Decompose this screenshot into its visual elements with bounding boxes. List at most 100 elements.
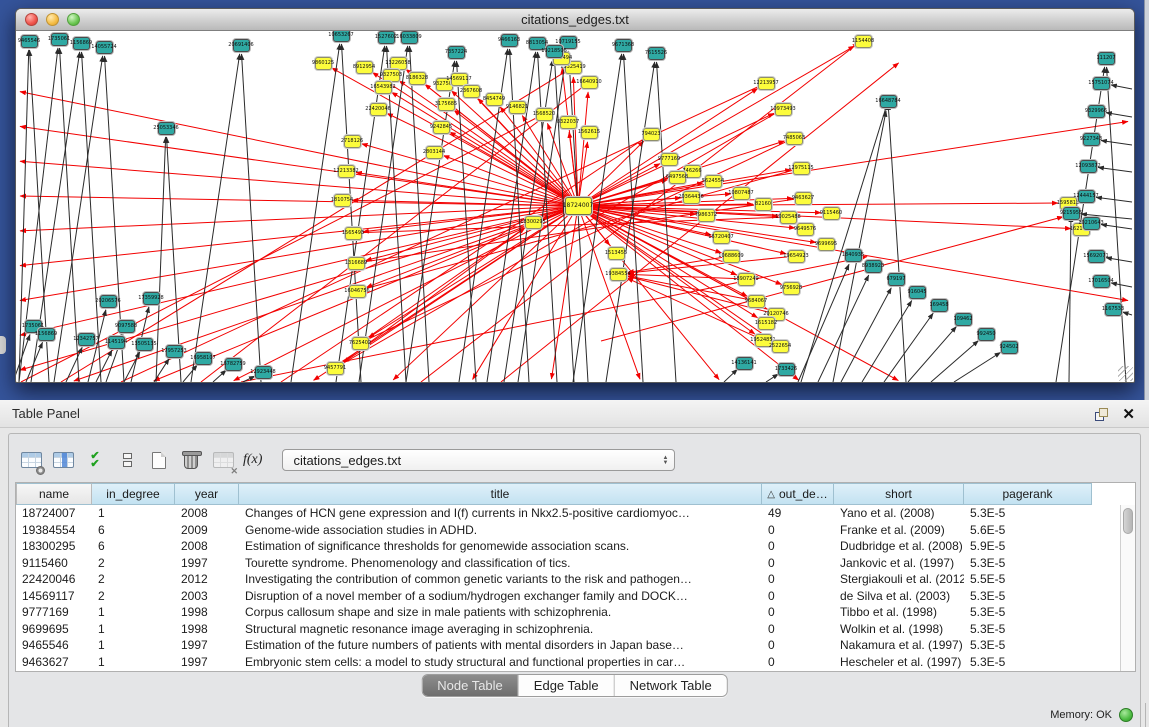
graph-node[interactable]: 5624554 xyxy=(705,175,722,188)
graph-node[interactable]: 12444157 xyxy=(1078,190,1095,203)
table-cell[interactable]: 1 xyxy=(92,604,175,621)
graph-node[interactable]: 2803144 xyxy=(426,146,443,159)
graph-node[interactable]: 13226058 xyxy=(390,57,407,70)
table-cell[interactable]: 5.3E-5 xyxy=(964,637,1092,654)
graph-node[interactable]: 1733426 xyxy=(778,363,795,376)
table-cell[interactable]: 1997 xyxy=(175,637,239,654)
table-cell[interactable]: 0 xyxy=(762,538,834,555)
table-cell[interactable]: 5.3E-5 xyxy=(964,555,1092,572)
table-cell[interactable]: 0 xyxy=(762,522,834,539)
graph-node[interactable]: 16958107 xyxy=(195,352,212,365)
table-cell[interactable]: 0 xyxy=(762,621,834,638)
graph-node[interactable]: 16033809 xyxy=(401,31,418,44)
table-cell[interactable]: Wolkin et al. (1998) xyxy=(834,621,964,638)
graph-node[interactable]: 12093872 xyxy=(1080,160,1097,173)
table-cell[interactable]: 1998 xyxy=(175,604,239,621)
graph-node[interactable]: 18907249 xyxy=(738,273,755,286)
table-cell[interactable]: 9699695 xyxy=(16,621,92,638)
graph-node[interactable]: 9699695 xyxy=(818,238,835,251)
table-cell[interactable]: Estimation of the future numbers of pati… xyxy=(239,637,762,654)
delete-column-icon[interactable] xyxy=(175,445,207,475)
graph-node[interactable]: 1513455 xyxy=(608,247,625,260)
table-cell[interactable]: Yano et al. (2008) xyxy=(834,505,964,522)
table-cell[interactable]: Nakamura et al. (1997) xyxy=(834,637,964,654)
table-cell[interactable]: 1 xyxy=(92,654,175,671)
graph-node[interactable]: 17359928 xyxy=(143,292,160,305)
table-row[interactable]: 969969511998Structural magnetic resonanc… xyxy=(16,621,1092,638)
graph-node[interactable]: 12213957 xyxy=(758,77,775,90)
panel-collapse-handle[interactable] xyxy=(0,336,6,354)
table-cell[interactable]: 2008 xyxy=(175,538,239,555)
table-cell[interactable]: 49 xyxy=(762,505,834,522)
graph-node[interactable]: 16648784 xyxy=(880,95,897,108)
graph-node[interactable]: 19654923 xyxy=(788,250,805,263)
table-cell[interactable]: Genome-wide association studies in ADHD. xyxy=(239,522,762,539)
column-header-out_de[interactable]: △out_de… xyxy=(762,483,834,505)
table-cell[interactable]: Tibbo et al. (1998) xyxy=(834,604,964,621)
graph-node[interactable]: 16543982 xyxy=(375,81,392,94)
network-canvas[interactable]: 1872400718300295986012589129541322605893… xyxy=(16,31,1134,382)
select-all-columns-icon[interactable]: ✔✔ xyxy=(79,445,111,475)
graph-node[interactable]: 1145194 xyxy=(108,336,125,349)
table-cell[interactable]: 2 xyxy=(92,571,175,588)
tab-node-table[interactable]: Node Table xyxy=(422,675,519,696)
column-header-year[interactable]: year xyxy=(175,483,239,505)
graph-node[interactable]: 1565493 xyxy=(345,227,362,240)
network-table-select[interactable]: citations_edges.txt ▲▼ xyxy=(282,449,675,471)
table-cell[interactable]: 5.3E-5 xyxy=(964,505,1092,522)
graph-node[interactable]: 20364436 xyxy=(683,191,700,204)
graph-node[interactable]: 9115460 xyxy=(823,207,840,220)
graph-node[interactable]: 18300295 xyxy=(525,216,542,229)
graph-node[interactable]: 111207 xyxy=(1098,52,1115,65)
graph-node[interactable]: 16046756 xyxy=(349,285,366,298)
float-panel-icon[interactable] xyxy=(1095,408,1108,421)
graph-node[interactable]: 9860125 xyxy=(315,57,332,70)
table-cell[interactable]: 18724007 xyxy=(16,505,92,522)
graph-node[interactable]: 9327503 xyxy=(383,69,400,82)
table-cell[interactable]: 0 xyxy=(762,604,834,621)
table-cell[interactable]: Investigating the contribution of common… xyxy=(239,571,762,588)
table-cell[interactable]: Tourette syndrome. Phenomenology and cla… xyxy=(239,555,762,572)
graph-node[interactable]: 2522654 xyxy=(772,340,789,353)
table-cell[interactable]: 5.3E-5 xyxy=(964,654,1092,671)
graph-node[interactable]: 794023 xyxy=(643,128,660,141)
graph-node[interactable]: 8186328 xyxy=(409,72,426,85)
graph-node[interactable]: 2718126 xyxy=(344,135,361,148)
graph-node[interactable]: 9465546 xyxy=(21,35,38,48)
table-cell[interactable]: 1997 xyxy=(175,654,239,671)
tab-edge-table[interactable]: Edge Table xyxy=(519,675,615,696)
graph-node[interactable]: 2367608 xyxy=(463,85,480,98)
graph-node[interactable]: 6497568 xyxy=(669,171,686,184)
table-cell[interactable]: 1998 xyxy=(175,621,239,638)
table-cell[interactable]: 1997 xyxy=(175,555,239,572)
table-row[interactable]: 1456911722003Disruption of a novel membe… xyxy=(16,588,1092,605)
graph-node[interactable]: 9777169 xyxy=(661,153,678,166)
table-cell[interactable]: 14569117 xyxy=(16,588,92,605)
window-resize-grip[interactable] xyxy=(1118,366,1133,381)
graph-node[interactable]: 109462 xyxy=(955,313,972,326)
table-row[interactable]: 2242004622012Investigating the contribut… xyxy=(16,571,1092,588)
graph-node[interactable]: 169458 xyxy=(931,299,948,312)
column-header-title[interactable]: title xyxy=(239,483,762,505)
network-window[interactable]: citations_edges.txt 18724007183002959860… xyxy=(15,8,1135,383)
table-row[interactable]: 1872400712008Changes of HCN gene express… xyxy=(16,505,1092,522)
graph-node[interactable]: 10210643 xyxy=(1083,217,1100,230)
graph-node[interactable]: 12923448 xyxy=(255,366,272,379)
table-cell[interactable]: 5.9E-5 xyxy=(964,538,1092,555)
table-cell[interactable]: 0 xyxy=(762,571,834,588)
table-row[interactable]: 946362711997Embryonic stem cells: a mode… xyxy=(16,654,1092,671)
graph-node[interactable]: 9463627 xyxy=(795,192,812,205)
table-cell[interactable]: 5.5E-5 xyxy=(964,571,1092,588)
graph-node[interactable]: 14055724 xyxy=(96,41,113,54)
show-columns-icon[interactable] xyxy=(47,445,79,475)
graph-node[interactable]: 1810754 xyxy=(334,194,351,207)
table-cell[interactable]: 6 xyxy=(92,522,175,539)
graph-node[interactable]: 8938923 xyxy=(865,260,882,273)
graph-node[interactable]: 1568520 xyxy=(536,108,553,121)
table-cell[interactable]: 1 xyxy=(92,621,175,638)
graph-node[interactable]: 12213382 xyxy=(338,165,355,178)
graph-node[interactable]: 15751074 xyxy=(1093,77,1110,90)
column-header-pagerank[interactable]: pagerank xyxy=(964,483,1092,505)
graph-node[interactable]: 10025488 xyxy=(780,211,797,224)
graph-node[interactable]: 8912954 xyxy=(356,61,373,74)
